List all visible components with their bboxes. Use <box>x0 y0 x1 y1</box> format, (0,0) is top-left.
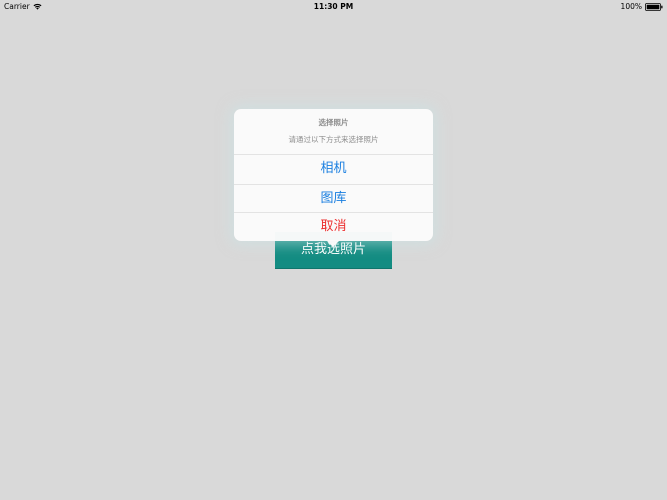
status-bar: Carrier 11:30 PM 100% <box>0 0 667 13</box>
popover-arrow <box>326 240 340 247</box>
photo-library-action[interactable]: 图库 <box>234 183 433 213</box>
battery-icon <box>645 2 663 11</box>
status-right: 100% <box>621 0 663 13</box>
photo-source-popover: 选择照片 请通过以下方式来选择照片 相机 图库 取消 <box>234 109 433 247</box>
popover-header: 选择照片 请通过以下方式来选择照片 <box>234 109 433 155</box>
popover-message: 请通过以下方式来选择照片 <box>288 135 379 144</box>
battery-percent: 100% <box>620 2 642 11</box>
cancel-action[interactable]: 取消 <box>234 212 433 241</box>
popover-title: 选择照片 <box>318 118 349 127</box>
camera-action[interactable]: 相机 <box>234 155 433 184</box>
status-time: 11:30 PM <box>313 2 354 11</box>
